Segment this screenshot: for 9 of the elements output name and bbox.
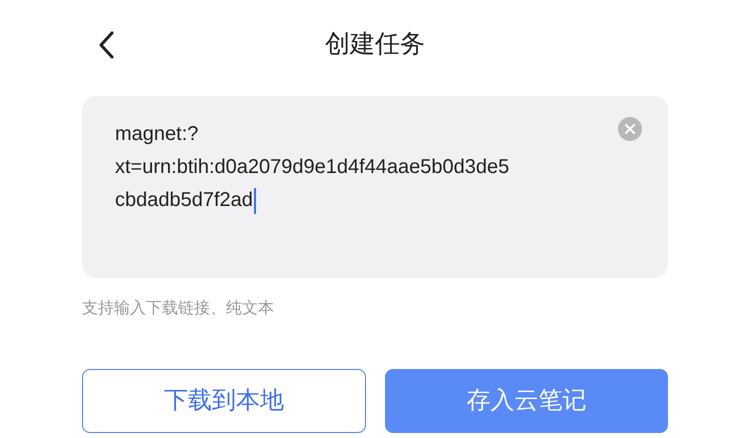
link-text-line: xt=urn:btih:d0a2079d9e1d4f44aae5b0d3de5	[115, 155, 510, 180]
hint-text: 支持输入下载链接、纯文本	[82, 298, 275, 319]
link-input-field[interactable]: magnet:? xt=urn:btih:d0a2079d9e1d4f44aae5b0d3de5 cbdadb5d7f2ad	[82, 96, 668, 278]
text-cursor	[254, 188, 256, 214]
download-button[interactable]: 下载到本地	[82, 369, 366, 433]
page-title: 创建任务	[325, 29, 425, 60]
link-text-line: magnet:?	[115, 122, 198, 147]
save-note-button[interactable]: 存入云笔记	[384, 369, 668, 433]
link-text-line: cbdadb5d7f2ad	[115, 188, 253, 213]
